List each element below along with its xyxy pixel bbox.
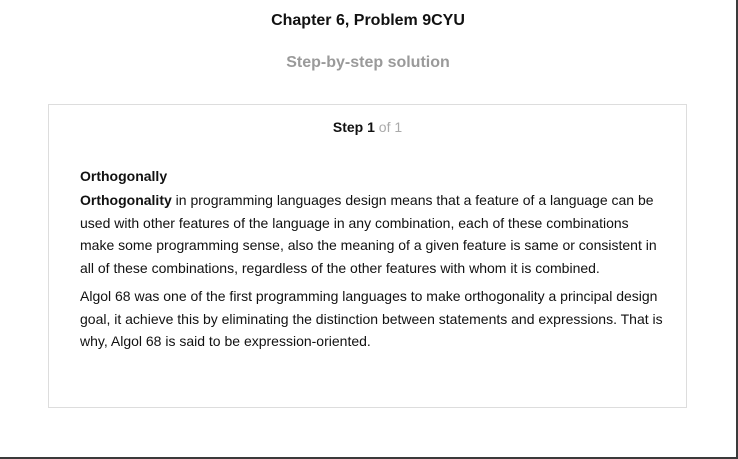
- solution-card: Step 1 of 1 Orthogonally Orthogonality i…: [48, 104, 687, 408]
- step-label: Step: [332, 119, 364, 135]
- solution-paragraph-2: Algol 68 was one of the first programmin…: [80, 288, 663, 349]
- step-number: 1: [367, 119, 375, 135]
- solution-heading: Orthogonally: [80, 168, 168, 184]
- step-total: of 1: [378, 119, 403, 135]
- solution-subtitle: Step-by-step solution: [286, 54, 450, 71]
- term-orthogonality: Orthogonality: [80, 192, 172, 208]
- step-indicator: Step 1 of 1: [49, 119, 686, 135]
- solution-paragraph-1: Orthogonality in programming languages d…: [80, 189, 665, 279]
- solution-content: Orthogonally Orthogonality in programmin…: [80, 167, 665, 359]
- page-frame: Chapter 6, Problem 9CYU Step-by-step sol…: [0, 0, 738, 459]
- page-title: Chapter 6, Problem 9CYU: [271, 12, 465, 29]
